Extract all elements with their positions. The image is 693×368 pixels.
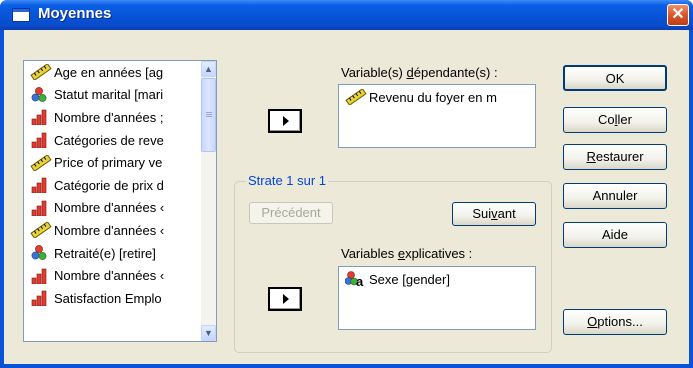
variable-list-item[interactable]: Nombre d'années ‹: [24, 197, 200, 220]
independent-variable-field[interactable]: a Sexe [gender]: [338, 266, 536, 330]
right-arrow-icon: [283, 116, 289, 126]
dependent-variable-field[interactable]: Revenu du foyer en m: [338, 84, 536, 148]
ruler-icon: [345, 89, 367, 105]
window-title: Moyennes: [38, 5, 112, 22]
title-bar[interactable]: Moyennes ✕: [0, 0, 693, 30]
ordinal-icon: [30, 109, 52, 126]
close-button[interactable]: ✕: [667, 4, 689, 26]
ordinal-icon: [30, 290, 52, 307]
independent-label: Variables explicatives :: [341, 246, 473, 261]
independent-variable-item[interactable]: a Sexe [gender]: [345, 271, 450, 287]
variable-label: Age en années [ag: [54, 64, 164, 80]
variable-label: Nombre d'années ;: [54, 109, 164, 125]
nominal-icon: [30, 245, 52, 261]
variable-label: Nombre d'années ‹: [54, 222, 165, 238]
ordinal-icon: [30, 132, 52, 149]
variable-list-item[interactable]: Nombre d'années ‹: [24, 264, 200, 287]
scroll-thumb[interactable]: [201, 78, 216, 152]
scroll-down-button[interactable]: ▼: [201, 325, 216, 341]
dependent-variable-item[interactable]: Revenu du foyer en m: [345, 89, 497, 105]
reset-button[interactable]: Restaurer: [563, 144, 667, 170]
variable-label: Retraité(e) [retire]: [54, 245, 156, 261]
variable-list-item[interactable]: Catégories de reve: [24, 129, 200, 152]
ordinal-icon: [30, 200, 52, 216]
right-arrow-icon: [283, 294, 289, 304]
ok-button[interactable]: OK: [563, 65, 667, 91]
variable-label: Satisfaction Emplo: [54, 290, 162, 306]
variable-list-item[interactable]: Satisfaction Emplo: [24, 287, 200, 310]
variable-label: Statut marital [mari: [54, 87, 164, 103]
thumb-grip: [206, 112, 212, 113]
variable-items: Age en années [ag Statut marital [mari Nom…: [24, 61, 200, 341]
variable-label: Price of primary ve: [54, 155, 163, 171]
window-icon: [12, 8, 30, 22]
move-to-dependent-button[interactable]: [268, 109, 302, 133]
previous-layer-button[interactable]: Précédent: [249, 202, 333, 224]
ruler-icon: [30, 154, 52, 171]
ordinal-icon: [30, 177, 52, 194]
variable-list-item[interactable]: Nombre d'années ‹: [24, 219, 200, 242]
move-to-independent-button[interactable]: [268, 287, 302, 311]
variable-label: Nombre d'années ‹: [54, 268, 165, 284]
nominal-icon: [30, 86, 52, 103]
list-scrollbar[interactable]: ▲ ▼: [201, 61, 216, 341]
dependent-label: Variable(s) dépendante(s) :: [341, 65, 498, 80]
next-layer-button[interactable]: Suivant: [452, 202, 536, 226]
layer-title: Strate 1 sur 1: [246, 173, 329, 188]
paste-button[interactable]: Coller: [563, 107, 667, 133]
independent-variable-label: Sexe [gender]: [369, 271, 450, 287]
scroll-up-button[interactable]: ▲: [201, 61, 216, 77]
cancel-button[interactable]: Annuler: [563, 183, 667, 209]
thumb-grip: [206, 116, 212, 117]
ruler-icon: [30, 64, 52, 81]
variable-label: Nombre d'années ‹: [54, 200, 165, 216]
nominal-string-icon: a: [345, 271, 367, 287]
variable-list-item[interactable]: Retraité(e) [retire]: [24, 242, 200, 265]
options-button[interactable]: Options...: [563, 309, 667, 335]
source-variable-list[interactable]: Age en années [ag Statut marital [mari Nom…: [23, 60, 217, 342]
help-button[interactable]: Aide: [563, 222, 667, 248]
variable-list-item[interactable]: Catégorie de prix d: [24, 174, 200, 197]
thumb-grip: [206, 114, 212, 115]
variable-label: Catégories de reve: [54, 132, 164, 148]
svg-text:a: a: [356, 274, 364, 287]
dependent-variable-label: Revenu du foyer en m: [369, 89, 497, 105]
variable-list-item[interactable]: Nombre d'années ;: [24, 106, 200, 129]
variable-list-item[interactable]: Price of primary ve: [24, 151, 200, 174]
variable-label: Catégorie de prix d: [54, 177, 164, 193]
ordinal-icon: [30, 268, 52, 284]
variable-list-item[interactable]: Age en années [ag: [24, 61, 200, 84]
ruler-icon: [30, 222, 52, 239]
variable-list-item[interactable]: Statut marital [mari: [24, 84, 200, 107]
